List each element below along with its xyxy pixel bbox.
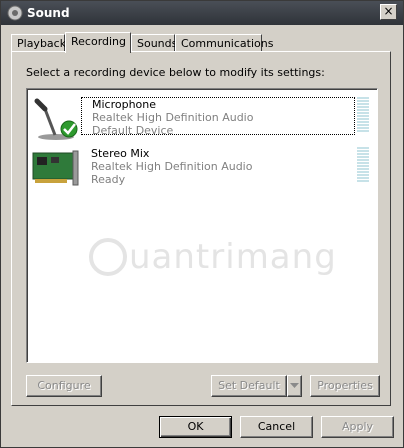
device-text-microphone: Microphone Realtek High Definition Audio… [81,97,355,137]
tab-playback[interactable]: Playback [11,34,66,52]
chevron-down-icon [290,383,299,388]
sound-card-icon [32,150,79,186]
device-item-stereo-mix[interactable]: Stereo Mix Realtek High Definition Audio… [27,143,377,187]
properties-button[interactable]: Properties [310,375,380,397]
recording-panel: Select a recording device below to modif… [11,51,391,406]
device-item-microphone[interactable]: Microphone Realtek High Definition Audio… [27,93,377,140]
microphone-icon [34,98,78,140]
set-default-button[interactable]: Set Default [211,375,287,397]
device-list[interactable]: Microphone Realtek High Definition Audio… [26,88,378,363]
cancel-button[interactable]: Cancel [240,416,313,438]
watermark: uantrimang [89,237,337,277]
watermark-text: uantrimang [129,237,337,277]
device-text-stereo-mix: Stereo Mix Realtek High Definition Audio… [81,147,355,186]
speaker-icon [7,5,23,21]
level-meter [357,147,369,183]
watermark-logo-icon [89,238,127,276]
configure-button[interactable]: Configure [26,375,102,397]
apply-button[interactable]: Apply [321,416,394,438]
tab-recording[interactable]: Recording [65,32,131,53]
device-name: Microphone [92,98,157,111]
instruction-text: Select a recording device below to modif… [26,66,325,79]
window-title: Sound [27,6,70,20]
close-button[interactable]: × [380,4,397,20]
tab-communications[interactable]: Communications [175,34,273,52]
device-status: Default Device [92,124,174,137]
device-driver: Realtek High Definition Audio [91,160,253,173]
device-status: Ready [91,173,126,186]
level-meter [357,97,369,133]
sound-dialog: Sound × Playback Recording Sounds Commun… [0,0,404,448]
set-default-dropdown[interactable] [287,375,302,397]
device-driver: Realtek High Definition Audio [92,111,254,124]
tab-sounds[interactable]: Sounds [131,34,177,52]
title-bar[interactable]: Sound × [1,1,403,25]
device-name: Stereo Mix [91,147,150,160]
ok-button[interactable]: OK [159,416,232,438]
